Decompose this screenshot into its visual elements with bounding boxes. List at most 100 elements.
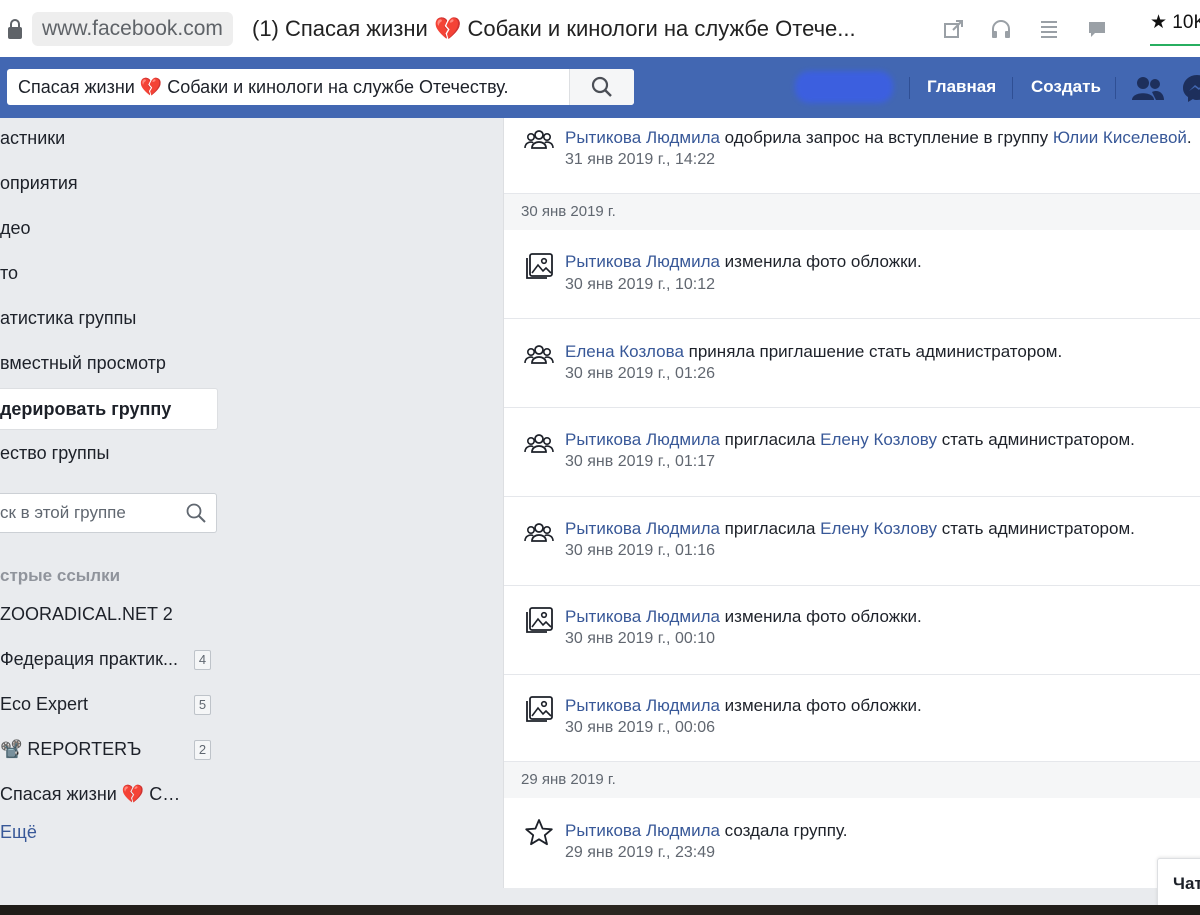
user-link[interactable]: Рытикова Людмила <box>565 696 720 715</box>
sidebar-item-events[interactable]: оприятия <box>0 163 230 203</box>
nav-divider <box>1012 77 1013 99</box>
star-icon <box>525 819 553 846</box>
group-search-input[interactable]: ск в этой группе <box>0 493 217 533</box>
group-search-placeholder: ск в этой группе <box>0 503 126 522</box>
search-input[interactable]: Спасая жизни 💔 Собаки и кинологи на служ… <box>7 69 634 105</box>
chat-tab[interactable]: Чат <box>1157 858 1200 910</box>
reader-mode-icon[interactable] <box>1038 18 1060 40</box>
browser-toolbar: www.facebook.com (1) Спасая жизни 💔 Соба… <box>0 0 1200 58</box>
quick-links-title: стрые ссылки <box>0 566 121 585</box>
list-item: Рытикова Людмила изменила фото обложки. … <box>504 586 1200 675</box>
list-item: Елена Козлова приняла приглашение стать … <box>504 319 1200 408</box>
lock-icon <box>8 19 22 39</box>
quick-link-label: 📽️ REPORTERЪ <box>0 739 142 759</box>
timestamp[interactable]: 30 янв 2019 г., 01:16 <box>565 540 715 562</box>
sidebar-item-members[interactable]: астники <box>0 118 230 158</box>
list-item: Рытикова Людмила пригласила Елену Козлов… <box>504 497 1200 586</box>
page-title: (1) Спасая жизни 💔 Собаки и кинологи на … <box>252 16 856 41</box>
timestamp[interactable]: 30 янв 2019 г., 01:26 <box>565 363 715 385</box>
notification-count-badge: 4 <box>194 650 211 670</box>
rating-badge[interactable]: ★ 10K <box>1150 10 1200 46</box>
photo-icon <box>526 607 553 633</box>
activity-text: Рытикова Людмила изменила фото обложки. <box>565 251 922 273</box>
photo-icon <box>526 253 553 279</box>
user-link[interactable]: Рытикова Людмила <box>565 430 720 449</box>
quick-link-item[interactable]: 📽️ REPORTERЪ 2 <box>0 729 218 769</box>
activity-text-part: создала группу. <box>719 821 848 840</box>
list-item: Рытикова Людмила одобрила запрос на всту… <box>504 118 1200 194</box>
timestamp[interactable]: 30 янв 2019 г., 00:10 <box>565 628 715 650</box>
messenger-icon[interactable] <box>1182 73 1200 103</box>
quick-link-label: Eco Expert <box>0 694 89 714</box>
os-taskbar <box>0 905 1200 915</box>
timestamp[interactable]: 30 янв 2019 г., 01:17 <box>565 451 715 473</box>
share-icon[interactable] <box>943 18 965 40</box>
activity-text-part: приняла приглашение стать администраторо… <box>683 342 1063 361</box>
user-link[interactable]: Елена Козлова <box>565 342 684 361</box>
activity-text: Елена Козлова приняла приглашение стать … <box>565 341 1062 363</box>
sidebar-item-group-insights[interactable]: атистика группы <box>0 298 230 338</box>
search-icon[interactable] <box>186 503 206 523</box>
comments-icon[interactable] <box>1086 18 1108 40</box>
notification-count-badge: 2 <box>194 740 211 760</box>
sidebar-item-moderate-group[interactable]: дерировать группу <box>0 388 218 430</box>
quick-link-label: ZOORADICAL.NET 2 <box>0 604 173 624</box>
quick-link-item[interactable]: Eco Expert 5 <box>0 684 218 724</box>
search-icon <box>591 76 612 97</box>
user-link[interactable]: Рытикова Людмила <box>565 821 720 840</box>
group-icon <box>524 130 554 149</box>
user-link[interactable]: Елену Козлову <box>820 519 937 538</box>
activity-text-part: пригласила <box>719 519 821 538</box>
activity-text-part: изменила фото обложки. <box>719 252 922 271</box>
sidebar-item-videos[interactable]: део <box>0 208 230 248</box>
timestamp[interactable]: 29 янв 2019 г., 23:49 <box>565 842 715 864</box>
profile-link[interactable] <box>795 71 893 103</box>
photo-icon <box>526 696 553 722</box>
activity-text-part: изменила фото обложки. <box>719 607 922 626</box>
sidebar-item-photos[interactable]: то <box>0 253 230 293</box>
date-header: 29 янв 2019 г. <box>504 761 1200 799</box>
sidebar-item-watch-party[interactable]: вместный просмотр <box>0 343 230 383</box>
see-more-link[interactable]: Ещё <box>0 822 37 843</box>
timestamp[interactable]: 30 янв 2019 г., 00:06 <box>565 717 715 739</box>
user-link[interactable]: Рытикова Людмила <box>565 519 720 538</box>
activity-text: Рытикова Людмила изменила фото обложки. <box>565 606 922 628</box>
address-bar[interactable]: www.facebook.com <box>32 12 233 46</box>
user-link[interactable]: Рытикова Людмила <box>565 607 720 626</box>
user-link[interactable]: Рытикова Людмила <box>565 128 720 147</box>
user-link[interactable]: Юлии Киселевой <box>1053 128 1187 147</box>
quick-link-label: Спасая жизни 💔 Соб... <box>0 784 185 804</box>
quick-link-item[interactable]: Спасая жизни 💔 Соб... <box>0 774 218 814</box>
nav-divider <box>1115 77 1116 99</box>
activity-text-part: пригласила <box>719 430 821 449</box>
activity-text: Рытикова Людмила пригласила Елену Козлов… <box>565 518 1135 540</box>
list-item: Рытикова Людмила пригласила Елену Козлов… <box>504 408 1200 497</box>
activity-text-part: стать администратором. <box>936 519 1135 538</box>
sidebar-item-group-quality[interactable]: ество группы <box>0 433 230 473</box>
nav-divider <box>909 77 910 99</box>
group-icon <box>524 434 554 453</box>
timestamp[interactable]: 31 янв 2019 г., 14:22 <box>565 149 715 171</box>
group-icon <box>524 345 554 364</box>
activity-text-part: . <box>1186 128 1192 147</box>
list-item: Рытикова Людмила создала группу. 29 янв … <box>504 798 1200 886</box>
timestamp[interactable]: 30 янв 2019 г., 10:12 <box>565 274 715 296</box>
list-item: Рытикова Людмила изменила фото обложки. … <box>504 675 1200 763</box>
nav-create[interactable]: Создать <box>1031 75 1101 99</box>
user-link[interactable]: Рытикова Людмила <box>565 252 720 271</box>
group-sidebar: астники оприятия део то атистика группы … <box>0 118 230 908</box>
activity-text: Рытикова Людмила одобрила запрос на всту… <box>565 127 1192 149</box>
search-button[interactable] <box>569 69 634 105</box>
quick-link-item[interactable]: Федерация практик... 4 <box>0 639 218 679</box>
nav-home[interactable]: Главная <box>927 75 996 99</box>
quick-link-item[interactable]: ZOORADICAL.NET 2 <box>0 594 218 634</box>
activity-text: Рытикова Людмила создала группу. <box>565 820 847 842</box>
activity-text-part: стать администратором. <box>936 430 1135 449</box>
headphones-icon[interactable] <box>990 18 1012 40</box>
friends-icon[interactable] <box>1132 75 1164 101</box>
activity-text-part: изменила фото обложки. <box>719 696 922 715</box>
notification-count-badge: 5 <box>194 695 211 715</box>
date-header-label: 30 янв 2019 г. <box>521 203 616 220</box>
facebook-header: Спасая жизни 💔 Собаки и кинологи на служ… <box>0 57 1200 118</box>
user-link[interactable]: Елену Козлову <box>820 430 937 449</box>
